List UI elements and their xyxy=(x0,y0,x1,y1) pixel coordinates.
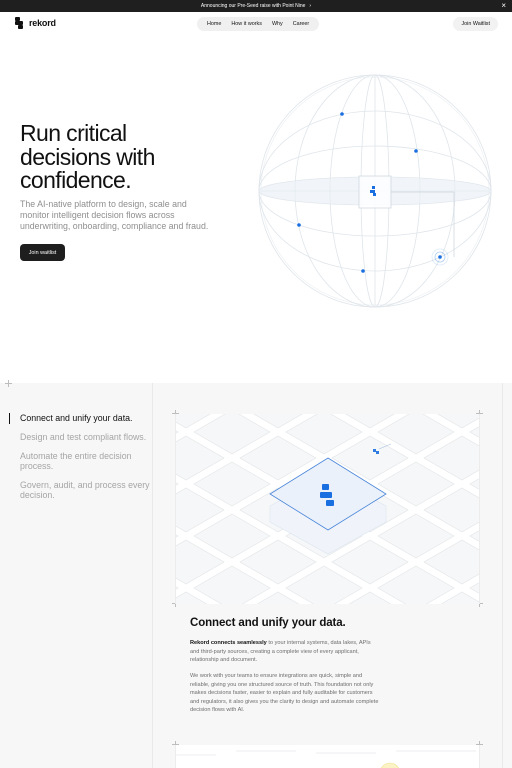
step-design[interactable]: Design and test compliant flows. xyxy=(20,432,155,442)
card-title: Connect and unify your data. xyxy=(190,617,346,629)
step-automate[interactable]: Automate the entire decision process. xyxy=(20,451,155,471)
logo[interactable]: rekord xyxy=(15,17,56,29)
cross-mark xyxy=(5,380,12,387)
menu-item-career[interactable]: Career xyxy=(289,21,313,27)
globe-illustration xyxy=(258,74,492,308)
menu-item-how-it-works[interactable]: How it works xyxy=(227,21,266,27)
main-menu: Home How it works Why Career xyxy=(197,17,320,31)
card-paragraph-lead: Rekord connects seamlessly xyxy=(190,640,267,646)
card-paragraph-1: Rekord connects seamlessly to your inter… xyxy=(190,639,380,665)
announcement-text[interactable]: Announcing our Pre-Seed raise with Point… xyxy=(201,3,306,9)
active-step-indicator xyxy=(9,413,10,424)
step-govern[interactable]: Govern, audit, and process every decisio… xyxy=(20,480,155,500)
menu-item-home[interactable]: Home xyxy=(203,21,225,27)
integration-illustration xyxy=(175,414,480,604)
menu-item-why[interactable]: Why xyxy=(268,21,287,27)
isometric-grid xyxy=(176,414,479,604)
hero-title: Run critical decisions with confidence. xyxy=(20,120,155,193)
logo-text: rekord xyxy=(29,18,56,28)
next-illustration xyxy=(175,745,480,768)
chevron-right-icon: › xyxy=(309,3,312,9)
hero-subtitle: The AI-native platform to design, scale … xyxy=(20,199,209,231)
isometric-grid xyxy=(176,750,476,768)
announcement-bar[interactable]: Announcing our Pre-Seed raise with Point… xyxy=(0,0,512,12)
join-waitlist-button[interactable]: Join waitlist xyxy=(20,244,65,261)
rekord-logo-icon xyxy=(15,17,26,29)
card-paragraph-2: We work with your teams to ensure integr… xyxy=(190,673,379,714)
feature-steps: Connect and unify your data. Design and … xyxy=(9,413,155,509)
close-icon[interactable]: × xyxy=(501,1,506,11)
join-waitlist-nav-button[interactable]: Join Waitlist xyxy=(453,17,498,31)
step-connect[interactable]: Connect and unify your data. xyxy=(20,413,155,423)
top-nav: rekord Home How it works Why Career Join… xyxy=(0,12,512,36)
